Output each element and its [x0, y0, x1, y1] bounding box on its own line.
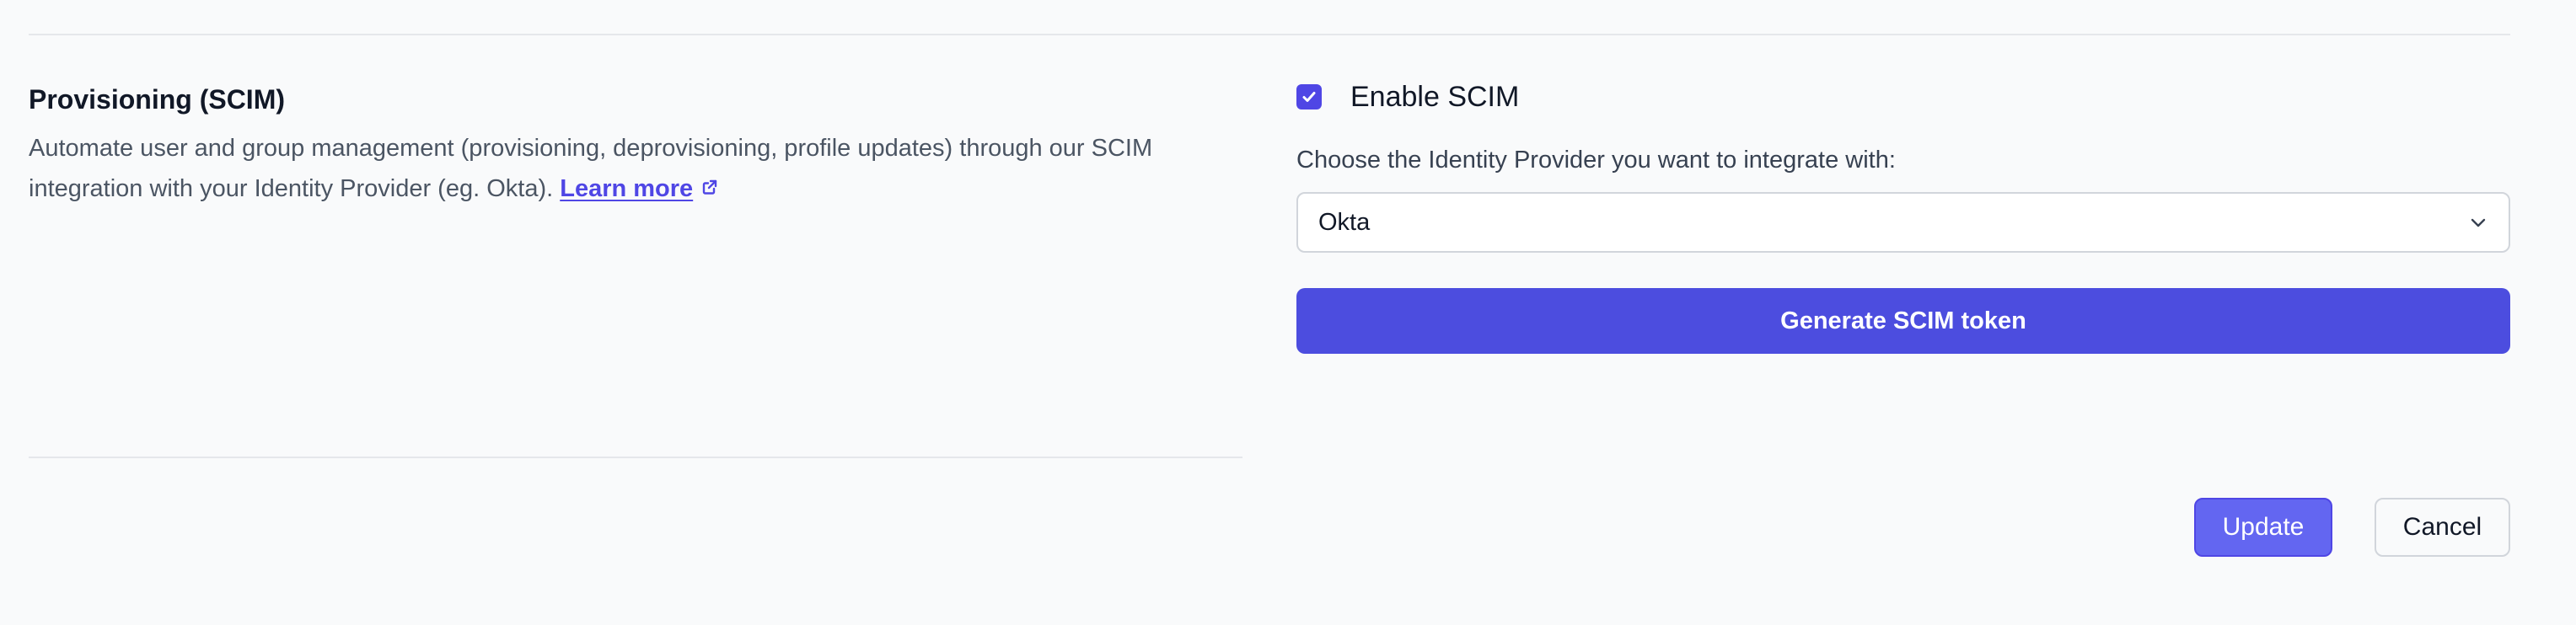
- external-link-icon: [702, 179, 717, 195]
- identity-provider-value: Okta: [1318, 208, 1371, 236]
- enable-scim-row: Enable SCIM: [1296, 76, 2510, 118]
- section-description: Automate user and group management (prov…: [29, 128, 1242, 209]
- scim-settings: Enable SCIM Choose the Identity Provider…: [1296, 76, 2510, 354]
- enable-scim-checkbox[interactable]: [1296, 84, 1322, 110]
- identity-provider-select[interactable]: Okta: [1296, 192, 2510, 253]
- section-title: Provisioning (SCIM): [29, 84, 285, 115]
- checkmark-icon: [1302, 92, 1316, 102]
- section-info: Provisioning (SCIM) Automate user and gr…: [29, 79, 1242, 209]
- section-divider: [29, 457, 1242, 458]
- update-button[interactable]: Update: [2194, 498, 2332, 557]
- top-divider: [29, 34, 2510, 35]
- identity-provider-label: Choose the Identity Provider you want to…: [1296, 147, 1896, 174]
- generate-scim-token-button[interactable]: Generate SCIM token: [1296, 288, 2510, 354]
- enable-scim-label[interactable]: Enable SCIM: [1350, 81, 1519, 114]
- learn-more-label: Learn more: [560, 175, 694, 202]
- cancel-button[interactable]: Cancel: [2375, 498, 2510, 557]
- chevron-down-icon: [2471, 218, 2486, 227]
- learn-more-link[interactable]: Learn more: [560, 175, 718, 202]
